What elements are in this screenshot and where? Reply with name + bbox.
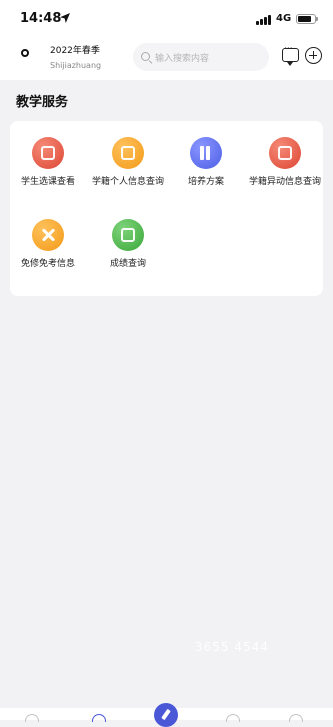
service-label: 培养方案: [187, 177, 224, 187]
id-card-icon: [112, 137, 144, 169]
section-title: 教学服务: [16, 95, 69, 110]
calendar-icon: [32, 137, 64, 169]
books-icon: [190, 137, 222, 169]
tab-apps-icon[interactable]: [92, 714, 106, 722]
service-exemption-info[interactable]: 免修免考信息: [10, 219, 86, 270]
location-icon[interactable]: [21, 49, 29, 57]
add-icon[interactable]: [305, 47, 322, 64]
location-arrow-icon: [60, 13, 70, 23]
top-header: 14:48 4G 2022年春季 Shijiazhuang 输入搜索内容: [0, 0, 333, 80]
service-label: 免修免考信息: [20, 259, 75, 269]
term-label[interactable]: 2022年春季: [50, 43, 100, 56]
tab-home-icon[interactable]: [25, 714, 39, 722]
document-icon: [269, 137, 301, 169]
service-label: 学籍个人信息查询: [91, 177, 164, 187]
signal-icon: [256, 15, 272, 25]
service-status-change[interactable]: 学籍异动信息查询: [247, 137, 323, 188]
search-input[interactable]: 输入搜索内容: [133, 43, 269, 71]
service-grade-query[interactable]: 成绩查询: [90, 219, 166, 270]
center-action-button[interactable]: [154, 703, 178, 727]
tab-messages-icon[interactable]: [226, 714, 240, 722]
service-course-selection[interactable]: 学生选课查看: [10, 137, 86, 188]
tab-profile-icon[interactable]: [289, 714, 303, 722]
search-icon: [141, 52, 150, 61]
search-placeholder: 输入搜索内容: [155, 54, 210, 64]
service-label: 学籍异动信息查询: [248, 177, 321, 187]
status-time: 14:48: [20, 11, 62, 26]
service-label: 学生选课查看: [20, 177, 75, 187]
service-training-plan[interactable]: 培养方案: [168, 137, 244, 188]
network-type: 4G: [276, 13, 292, 24]
watermark-text: 3655 4544: [195, 640, 269, 654]
grade-report-icon: [112, 219, 144, 251]
battery-icon: [296, 14, 318, 24]
service-label: 成绩查询: [109, 259, 146, 269]
message-icon[interactable]: [282, 44, 299, 66]
service-card: 学生选课查看 学籍个人信息查询 培养方案 学籍异动信息查询 免修免考信息 成绩查…: [10, 121, 323, 296]
status-bar: 14:48 4G: [0, 0, 333, 38]
city-label[interactable]: Shijiazhuang: [50, 61, 101, 70]
cross-tools-icon: [32, 219, 64, 251]
service-personal-info[interactable]: 学籍个人信息查询: [90, 137, 166, 188]
